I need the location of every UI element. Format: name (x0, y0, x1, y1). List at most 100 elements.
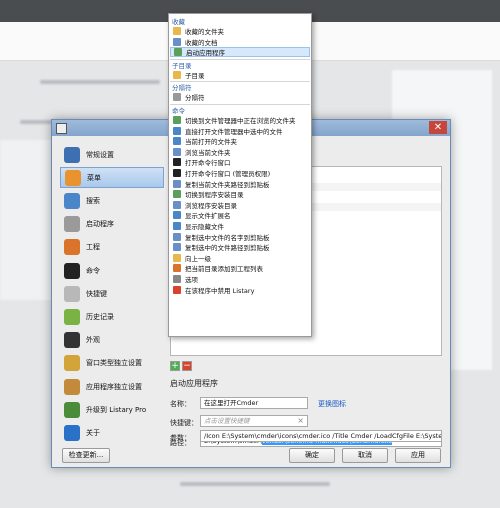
project-icon (64, 239, 80, 256)
add-item-menu: 收藏 收藏的文件夹 收藏的文档 启动应用程序 子目录 子目录 分隔符 分隔符 命令 切换到文件管理… (168, 13, 312, 337)
menu-item[interactable]: 把当前目录添加到工程列表 (170, 263, 310, 273)
nav-item[interactable]: 工程 (60, 237, 164, 258)
menu-item[interactable]: 当前打开的文件夹 (170, 136, 310, 146)
extension-icon (173, 211, 181, 220)
cmd-icon (173, 158, 181, 167)
nav-item-label: 启动程序 (86, 220, 114, 229)
menu-item[interactable]: 打开命令行窗口 (管理员权限) (170, 168, 310, 178)
menu-item-label: 复制当前文件夹路径到剪贴板 (185, 180, 270, 189)
background-code (0, 140, 55, 300)
nav-item[interactable]: 升级到 Listary Pro (60, 399, 164, 420)
folder-icon (173, 27, 181, 35)
subfolder-icon (173, 70, 181, 79)
nav-item-label: 工程 (86, 243, 100, 252)
nav-item-label: 外观 (86, 336, 100, 345)
menu-item[interactable]: 切换到程序安装目录 (170, 189, 310, 199)
remove-item-button[interactable]: − (182, 361, 192, 371)
menu-item[interactable]: 切换到文件管理器中正在浏览的文件夹 (170, 115, 310, 125)
menu-item[interactable]: 直接打开文件管理器中选中的文件 (170, 126, 310, 136)
menu-section-header: 子目录 (172, 61, 192, 70)
menu-item[interactable]: 收藏的文件夹 (170, 26, 310, 36)
nav-item[interactable]: 窗口类型独立设置 (60, 353, 164, 374)
app-icon (56, 123, 67, 134)
browse-folder-icon (173, 147, 181, 156)
menu-item-label: 选项 (185, 276, 198, 284)
menu-item[interactable]: 复制选中文件的名字到剪贴板 (170, 232, 310, 242)
app-settings-icon (64, 378, 80, 395)
nav-item-label: 升级到 Listary Pro (86, 405, 147, 414)
keyboard-icon (64, 285, 80, 302)
copy-name-icon (173, 232, 181, 241)
menu-item[interactable]: 复制当前文件夹路径到剪贴板 (170, 179, 310, 189)
nav-item-label: 命令 (86, 266, 100, 275)
menu-item[interactable]: 启动应用程序 (170, 47, 310, 58)
menu-item[interactable]: 子目录 (170, 70, 310, 80)
menu-item-label: 把当前目录添加到工程列表 (185, 265, 263, 274)
nav-item[interactable]: 关于 (60, 422, 164, 443)
nav-item-label: 搜索 (86, 196, 100, 205)
menu-item[interactable]: 显示文件扩展名 (170, 210, 310, 220)
menu-item-label: 浏览当前文件夹 (185, 148, 231, 157)
hidden-files-icon (173, 222, 181, 230)
name-field[interactable]: 在这里打开Cmder (200, 397, 308, 409)
cancel-button[interactable]: 取消 (342, 448, 388, 463)
args-field[interactable]: /Icon E:\System\cmder\icons\cmder.ico /T… (200, 430, 442, 442)
menu-item-label: 切换到文件管理器中正在浏览的文件夹 (185, 117, 296, 125)
nav-item[interactable]: 历史记录 (60, 306, 164, 327)
nav-item[interactable]: 菜单 (60, 167, 164, 189)
menu-item-label: 向上一级 (185, 254, 211, 263)
menu-item[interactable]: 打开命令行窗口 (170, 157, 310, 167)
menu-item[interactable]: 显示隐藏文件 (170, 221, 310, 231)
disable-icon (173, 285, 181, 294)
menu-section-header: 命令 (172, 107, 185, 115)
open-folder-icon (173, 137, 181, 146)
nav-item[interactable]: 外观 (60, 330, 164, 351)
open-file-icon (173, 126, 181, 135)
nav-item[interactable]: 命令 (60, 260, 164, 281)
menu-item[interactable]: 复制选中的文件路径到剪贴板 (170, 242, 310, 252)
change-icon-link[interactable]: 更换图标 (318, 399, 346, 409)
menu-item-label: 收藏的文件夹 (185, 28, 224, 36)
hotkey-field[interactable]: 点击设置快捷键 × (200, 415, 308, 427)
menu-item[interactable]: 在该程序中禁用 Listary (170, 285, 310, 295)
clear-hotkey-icon[interactable]: × (297, 416, 304, 426)
nav-item-label: 关于 (86, 428, 100, 437)
menu-icon (65, 169, 81, 186)
menu-item-label: 复制选中的文件路径到剪贴板 (185, 244, 270, 253)
menu-item[interactable]: 向上一级 (170, 253, 310, 263)
appearance-icon (64, 332, 80, 349)
search-icon (64, 192, 80, 209)
settings-icon (64, 146, 80, 163)
ok-button[interactable]: 确定 (289, 448, 335, 463)
args-label: 参数： (170, 434, 191, 442)
up-level-icon (173, 253, 181, 262)
nav-item[interactable]: 搜索 (60, 190, 164, 211)
nav-item-label: 窗口类型独立设置 (86, 359, 142, 368)
menu-divider (170, 104, 310, 105)
launcher-icon (64, 216, 80, 233)
check-updates-button[interactable]: 检查更新... (62, 448, 110, 463)
hotkey-placeholder: 点击设置快捷键 (204, 417, 250, 425)
nav-item[interactable]: 常规设置 (60, 144, 164, 165)
menu-item[interactable]: 浏览当前文件夹 (170, 147, 310, 157)
nav-item-label: 快捷键 (86, 289, 107, 298)
history-icon (64, 308, 80, 325)
add-item-button[interactable]: + (170, 361, 180, 371)
menu-item[interactable]: 收藏的文档 (170, 37, 310, 47)
menu-item-label: 分隔符 (185, 94, 205, 103)
browse-install-icon (173, 200, 181, 209)
close-button[interactable]: ✕ (429, 121, 447, 134)
apply-button[interactable]: 应用 (395, 448, 441, 463)
app-launch-icon (174, 48, 182, 57)
upgrade-icon (64, 401, 80, 418)
nav-item[interactable]: 快捷键 (60, 283, 164, 304)
separator-icon (173, 93, 181, 102)
menu-item[interactable]: 浏览程序安装目录 (170, 200, 310, 210)
menu-item-label: 切换到程序安装目录 (185, 191, 244, 200)
menu-item-label: 子目录 (185, 71, 205, 80)
nav-item[interactable]: 应用程序独立设置 (60, 376, 164, 397)
menu-item-label: 当前打开的文件夹 (185, 138, 237, 147)
menu-item[interactable]: 分隔符 (170, 92, 310, 102)
menu-item[interactable]: 选项 (170, 274, 310, 284)
nav-item[interactable]: 启动程序 (60, 214, 164, 235)
